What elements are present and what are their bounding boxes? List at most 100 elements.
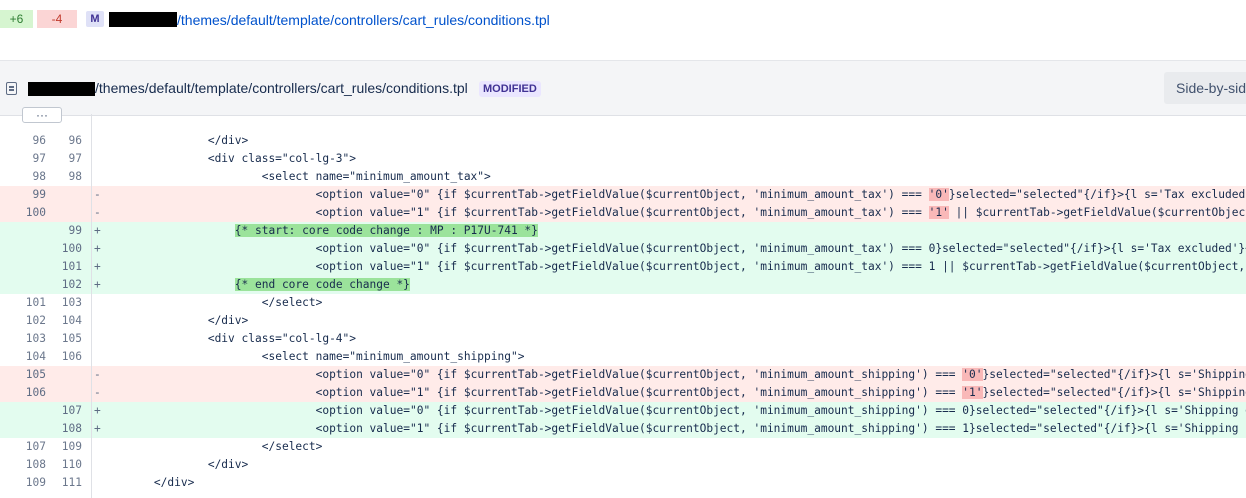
new-line-number[interactable]: 105 — [52, 330, 82, 348]
old-line-number[interactable]: 108 — [16, 456, 46, 474]
code-text: <option value="1" {if $currentTab->getFi… — [316, 384, 1246, 402]
minus-sign: - — [94, 386, 101, 399]
old-line-number[interactable]: 105 — [16, 366, 46, 384]
code-segment: || $currentTab->getFieldValue($currentOb… — [955, 206, 1246, 219]
code-segment: <option value="0" {if $currentTab->getFi… — [315, 404, 1246, 417]
file-path-link[interactable]: /themes/default/template/controllers/car… — [177, 12, 550, 28]
code-segment: </select> — [261, 296, 323, 309]
plus-sign: + — [94, 404, 101, 417]
code-segment: <option value="0" {if $currentTab->getFi… — [315, 242, 1246, 255]
file-icon — [6, 82, 17, 95]
file-path: /themes/default/template/controllers/car… — [95, 80, 468, 96]
context-line: 107 109 </select> — [0, 438, 1246, 456]
code-segment: </div> — [207, 134, 249, 147]
code-text: </select> — [262, 294, 323, 312]
old-line-number[interactable]: 103 — [16, 330, 46, 348]
gutter-divider — [91, 114, 92, 498]
code-segment: <option value="0" {if $currentTab->getFi… — [315, 188, 929, 201]
new-line-number[interactable]: 104 — [52, 312, 82, 330]
context-line: 108 110 </div> — [0, 456, 1246, 474]
code-segment: <option value="0" {if $currentTab->getFi… — [315, 368, 963, 381]
code-text: <select name="minimum_amount_shipping"> — [262, 348, 525, 366]
new-line-number[interactable]: 100 — [52, 240, 82, 258]
plus-sign: + — [94, 260, 101, 273]
context-line: 101 103 </select> — [0, 294, 1246, 312]
code-text: </div> — [208, 132, 248, 150]
old-line-number[interactable]: 99 — [16, 186, 46, 204]
additions-count: +6 — [0, 10, 33, 28]
context-line: 97 97 <div class="col-lg-3"> — [0, 150, 1246, 168]
changed-token: '1' — [928, 206, 949, 219]
new-line-number[interactable]: 106 — [52, 348, 82, 366]
old-line-number[interactable]: 100 — [16, 204, 46, 222]
minus-sign: - — [94, 368, 101, 381]
code-segment: }selected="selected"{/if}>{l s='Shipping… — [982, 368, 1246, 381]
code-text: </select> — [262, 438, 323, 456]
old-line-number[interactable]: 102 — [16, 312, 46, 330]
side-by-side-button[interactable]: Side-by-side — [1164, 72, 1246, 104]
code-text: </div> — [208, 312, 248, 330]
old-line-number[interactable]: 109 — [16, 474, 46, 492]
code-text: <option value="0" {if $currentTab->getFi… — [316, 240, 1246, 258]
old-line-number[interactable]: 97 — [16, 150, 46, 168]
code-text: </div> — [208, 456, 248, 474]
new-line-number[interactable]: 97 — [52, 150, 82, 168]
code-segment: <option value="1" {if $currentTab->getFi… — [315, 386, 963, 399]
plus-sign: + — [94, 422, 101, 435]
code-segment: <select name="minimum_amount_shipping"> — [261, 350, 525, 363]
code-text: <option value="1" {if $currentTab->getFi… — [316, 204, 1246, 222]
code-text: <option value="1" {if $currentTab->getFi… — [316, 420, 1246, 438]
context-line: 103 105 <div class="col-lg-4"> — [0, 330, 1246, 348]
added-line: 102 + {* end core code change *} — [0, 276, 1246, 294]
code-text: <option value="1" {if $currentTab->getFi… — [316, 258, 1246, 276]
code-segment: </div> — [153, 476, 195, 489]
code-segment: <option value="1" {if $currentTab->getFi… — [315, 206, 929, 219]
new-line-number[interactable]: 98 — [52, 168, 82, 186]
changed-token: {* start: core code change : MP : P17U-7… — [234, 224, 538, 237]
code-segment: <option value="1" {if $currentTab->getFi… — [315, 260, 1246, 273]
code-text: <option value="0" {if $currentTab->getFi… — [316, 186, 1246, 204]
code-text: <select name="minimum_amount_tax"> — [262, 168, 491, 186]
new-line-number[interactable]: 103 — [52, 294, 82, 312]
code-segment: </div> — [207, 314, 249, 327]
code-text: </div> — [154, 474, 194, 492]
new-line-number[interactable]: 99 — [52, 222, 82, 240]
old-line-number[interactable]: 106 — [16, 384, 46, 402]
new-line-number[interactable]: 102 — [52, 276, 82, 294]
new-line-number[interactable]: 111 — [52, 474, 82, 492]
old-line-number[interactable]: 104 — [16, 348, 46, 366]
old-line-number[interactable]: 101 — [16, 294, 46, 312]
code-text: <option value="0" {if $currentTab->getFi… — [316, 402, 1246, 420]
redacted-path-prefix — [109, 12, 177, 27]
deletions-count: -4 — [37, 10, 77, 28]
plus-sign: + — [94, 278, 101, 291]
added-line: 100 + <option value="0" {if $currentTab->g… — [0, 240, 1246, 258]
added-line: 108 + <option value="1" {if $currentTab->g… — [0, 420, 1246, 438]
code-text: <option value="0" {if $currentTab->getFi… — [316, 366, 1246, 384]
old-line-number[interactable]: 98 — [16, 168, 46, 186]
code-segment: }selected="selected"{/if}>{l s='Tax excl… — [948, 188, 1246, 201]
code-segment: <div class="col-lg-4"> — [207, 332, 357, 345]
added-line: 101 + <option value="1" {if $currentTab->g… — [0, 258, 1246, 276]
new-line-number[interactable]: 108 — [52, 420, 82, 438]
new-line-number[interactable]: 101 — [52, 258, 82, 276]
context-line: 98 98 <select name="minimum_amount_tax"> — [0, 168, 1246, 186]
changed-token: '0' — [928, 188, 949, 201]
diff-view: 96 96 </div> 97 97 <div class="col-lg-3"> 98 98… — [0, 114, 1246, 498]
expand-context-button[interactable]: ··· — [22, 107, 62, 123]
context-line: 104 106 <select name="minimum_amount_shipp… — [0, 348, 1246, 366]
minus-sign: - — [94, 188, 101, 201]
code-text: {* start: core code change : MP : P17U-7… — [234, 222, 538, 240]
removed-line: 105 - <option value="0" {if $currentTab->g… — [0, 366, 1246, 384]
removed-line: 99 - <option value="0" {if $currentTab->ge… — [0, 186, 1246, 204]
changed-token: {* end core code change *} — [234, 278, 410, 291]
new-line-number[interactable]: 107 — [52, 402, 82, 420]
new-line-number[interactable]: 96 — [52, 132, 82, 150]
code-segment: </select> — [261, 440, 323, 453]
old-line-number[interactable]: 107 — [16, 438, 46, 456]
new-line-number[interactable]: 109 — [52, 438, 82, 456]
old-line-number[interactable]: 96 — [16, 132, 46, 150]
code-segment: <div class="col-lg-3"> — [207, 152, 357, 165]
new-line-number[interactable]: 110 — [52, 456, 82, 474]
context-line: 96 96 </div> — [0, 132, 1246, 150]
